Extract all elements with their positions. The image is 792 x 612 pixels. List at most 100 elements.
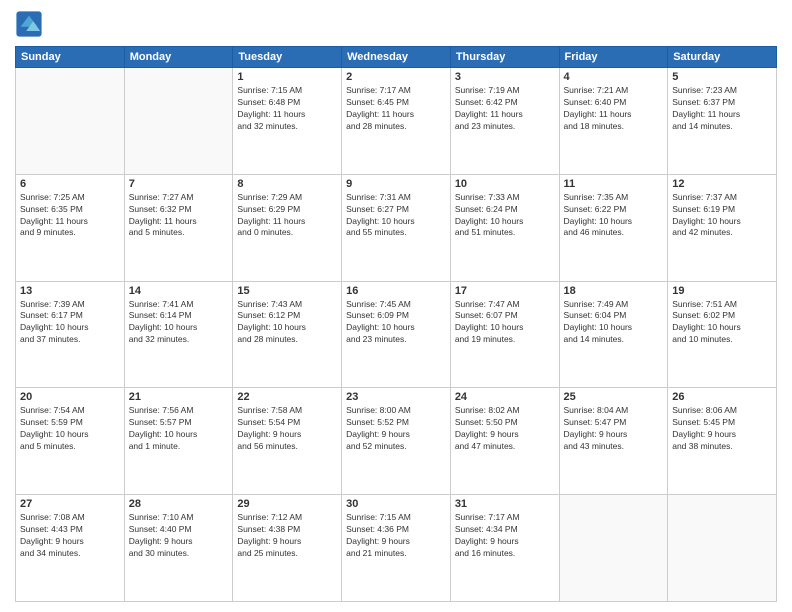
day-number: 28 — [129, 498, 229, 510]
cell-3-6: 26 Sunrise: 8:06 AMSunset: 5:45 PMDayligh… — [668, 388, 777, 495]
cell-2-1: 14 Sunrise: 7:41 AMSunset: 6:14 PMDayligh… — [124, 281, 233, 388]
cell-2-3: 16 Sunrise: 7:45 AMSunset: 6:09 PMDayligh… — [342, 281, 451, 388]
day-number: 21 — [129, 391, 229, 403]
logo — [15, 10, 47, 38]
cell-content: Sunrise: 7:25 AMSunset: 6:35 PMDaylight:… — [20, 192, 120, 240]
day-number: 18 — [564, 285, 664, 297]
cell-2-2: 15 Sunrise: 7:43 AMSunset: 6:12 PMDayligh… — [233, 281, 342, 388]
day-number: 5 — [672, 71, 772, 83]
cell-0-1 — [124, 68, 233, 175]
cell-content: Sunrise: 7:17 AMSunset: 4:34 PMDaylight:… — [455, 512, 555, 560]
cell-4-0: 27Sunrise: 7:08 AMSunset: 4:43 PMDayligh… — [16, 495, 125, 602]
day-number: 10 — [455, 178, 555, 190]
cell-1-5: 11 Sunrise: 7:35 AMSunset: 6:22 PMDayligh… — [559, 174, 668, 281]
day-number: 4 — [564, 71, 664, 83]
cell-0-3: 2Sunrise: 7:17 AMSunset: 6:45 PMDaylight… — [342, 68, 451, 175]
cell-content: Sunrise: 7:58 AMSunset: 5:54 PMDaylight:… — [237, 405, 337, 453]
day-header-thursday: Thursday — [450, 47, 559, 68]
cell-0-5: 4 Sunrise: 7:21 AMSunset: 6:40 PMDaylight… — [559, 68, 668, 175]
cell-content: Sunrise: 7:21 AMSunset: 6:40 PMDaylight:… — [564, 85, 664, 133]
cell-content: Sunrise: 7:47 AMSunset: 6:07 PMDaylight:… — [455, 299, 555, 347]
day-number: 26 — [672, 391, 772, 403]
cell-4-2: 29 Sunrise: 7:12 AMSunset: 4:38 PMDayligh… — [233, 495, 342, 602]
cell-0-6: 5 Sunrise: 7:23 AMSunset: 6:37 PMDaylight… — [668, 68, 777, 175]
day-number: 19 — [672, 285, 772, 297]
cell-1-3: 9Sunrise: 7:31 AMSunset: 6:27 PMDaylight… — [342, 174, 451, 281]
day-number: 14 — [129, 285, 229, 297]
cell-content: Sunrise: 7:35 AMSunset: 6:22 PMDaylight:… — [564, 192, 664, 240]
day-number: 16 — [346, 285, 446, 297]
day-number: 2 — [346, 71, 446, 83]
header-row: SundayMondayTuesdayWednesdayThursdayFrid… — [16, 47, 777, 68]
logo-icon — [15, 10, 43, 38]
day-number: 30 — [346, 498, 446, 510]
cell-3-4: 24Sunrise: 8:02 AMSunset: 5:50 PMDayligh… — [450, 388, 559, 495]
calendar: SundayMondayTuesdayWednesdayThursdayFrid… — [15, 46, 777, 602]
day-header-tuesday: Tuesday — [233, 47, 342, 68]
cell-1-0: 6 Sunrise: 7:25 AMSunset: 6:35 PMDaylight… — [16, 174, 125, 281]
day-number: 7 — [129, 178, 229, 190]
cell-content: Sunrise: 7:23 AMSunset: 6:37 PMDaylight:… — [672, 85, 772, 133]
cell-0-4: 3 Sunrise: 7:19 AMSunset: 6:42 PMDaylight… — [450, 68, 559, 175]
cell-content: Sunrise: 7:10 AMSunset: 4:40 PMDaylight:… — [129, 512, 229, 560]
cell-4-3: 30Sunrise: 7:15 AMSunset: 4:36 PMDayligh… — [342, 495, 451, 602]
day-number: 27 — [20, 498, 120, 510]
cell-1-6: 12 Sunrise: 7:37 AMSunset: 6:19 PMDayligh… — [668, 174, 777, 281]
cell-0-0 — [16, 68, 125, 175]
cell-content: Sunrise: 7:29 AMSunset: 6:29 PMDaylight:… — [237, 192, 337, 240]
cell-content: Sunrise: 7:45 AMSunset: 6:09 PMDaylight:… — [346, 299, 446, 347]
cell-4-5 — [559, 495, 668, 602]
day-number: 31 — [455, 498, 555, 510]
cell-content: Sunrise: 7:33 AMSunset: 6:24 PMDaylight:… — [455, 192, 555, 240]
cell-content: Sunrise: 7:51 AMSunset: 6:02 PMDaylight:… — [672, 299, 772, 347]
week-row-1: 6 Sunrise: 7:25 AMSunset: 6:35 PMDaylight… — [16, 174, 777, 281]
day-number: 12 — [672, 178, 772, 190]
cell-content: Sunrise: 7:41 AMSunset: 6:14 PMDaylight:… — [129, 299, 229, 347]
cell-content: Sunrise: 7:54 AMSunset: 5:59 PMDaylight:… — [20, 405, 120, 453]
week-row-4: 27Sunrise: 7:08 AMSunset: 4:43 PMDayligh… — [16, 495, 777, 602]
day-number: 3 — [455, 71, 555, 83]
cell-3-1: 21 Sunrise: 7:56 AMSunset: 5:57 PMDayligh… — [124, 388, 233, 495]
day-header-saturday: Saturday — [668, 47, 777, 68]
day-number: 13 — [20, 285, 120, 297]
week-row-2: 13Sunrise: 7:39 AMSunset: 6:17 PMDayligh… — [16, 281, 777, 388]
cell-content: Sunrise: 7:56 AMSunset: 5:57 PMDaylight:… — [129, 405, 229, 453]
cell-content: Sunrise: 7:27 AMSunset: 6:32 PMDaylight:… — [129, 192, 229, 240]
day-number: 1 — [237, 71, 337, 83]
header — [15, 10, 777, 38]
cell-2-4: 17 Sunrise: 7:47 AMSunset: 6:07 PMDayligh… — [450, 281, 559, 388]
cell-content: Sunrise: 8:06 AMSunset: 5:45 PMDaylight:… — [672, 405, 772, 453]
cell-2-0: 13Sunrise: 7:39 AMSunset: 6:17 PMDayligh… — [16, 281, 125, 388]
day-header-friday: Friday — [559, 47, 668, 68]
day-number: 11 — [564, 178, 664, 190]
day-number: 20 — [20, 391, 120, 403]
day-header-wednesday: Wednesday — [342, 47, 451, 68]
day-number: 6 — [20, 178, 120, 190]
cell-2-6: 19 Sunrise: 7:51 AMSunset: 6:02 PMDayligh… — [668, 281, 777, 388]
cell-4-1: 28 Sunrise: 7:10 AMSunset: 4:40 PMDayligh… — [124, 495, 233, 602]
cell-content: Sunrise: 8:04 AMSunset: 5:47 PMDaylight:… — [564, 405, 664, 453]
day-number: 25 — [564, 391, 664, 403]
day-header-sunday: Sunday — [16, 47, 125, 68]
cell-content: Sunrise: 7:37 AMSunset: 6:19 PMDaylight:… — [672, 192, 772, 240]
cell-3-3: 23Sunrise: 8:00 AMSunset: 5:52 PMDayligh… — [342, 388, 451, 495]
day-number: 17 — [455, 285, 555, 297]
cell-content: Sunrise: 7:19 AMSunset: 6:42 PMDaylight:… — [455, 85, 555, 133]
cell-content: Sunrise: 7:49 AMSunset: 6:04 PMDaylight:… — [564, 299, 664, 347]
cell-1-2: 8 Sunrise: 7:29 AMSunset: 6:29 PMDaylight… — [233, 174, 342, 281]
cell-1-1: 7 Sunrise: 7:27 AMSunset: 6:32 PMDaylight… — [124, 174, 233, 281]
cell-3-5: 25 Sunrise: 8:04 AMSunset: 5:47 PMDayligh… — [559, 388, 668, 495]
cell-content: Sunrise: 8:02 AMSunset: 5:50 PMDaylight:… — [455, 405, 555, 453]
cell-3-2: 22 Sunrise: 7:58 AMSunset: 5:54 PMDayligh… — [233, 388, 342, 495]
day-header-monday: Monday — [124, 47, 233, 68]
cell-content: Sunrise: 7:43 AMSunset: 6:12 PMDaylight:… — [237, 299, 337, 347]
week-row-0: 1 Sunrise: 7:15 AMSunset: 6:48 PMDaylight… — [16, 68, 777, 175]
day-number: 8 — [237, 178, 337, 190]
cell-0-2: 1 Sunrise: 7:15 AMSunset: 6:48 PMDaylight… — [233, 68, 342, 175]
cell-content: Sunrise: 7:15 AMSunset: 6:48 PMDaylight:… — [237, 85, 337, 133]
day-number: 22 — [237, 391, 337, 403]
day-number: 29 — [237, 498, 337, 510]
cell-content: Sunrise: 7:12 AMSunset: 4:38 PMDaylight:… — [237, 512, 337, 560]
day-number: 15 — [237, 285, 337, 297]
cell-2-5: 18 Sunrise: 7:49 AMSunset: 6:04 PMDayligh… — [559, 281, 668, 388]
